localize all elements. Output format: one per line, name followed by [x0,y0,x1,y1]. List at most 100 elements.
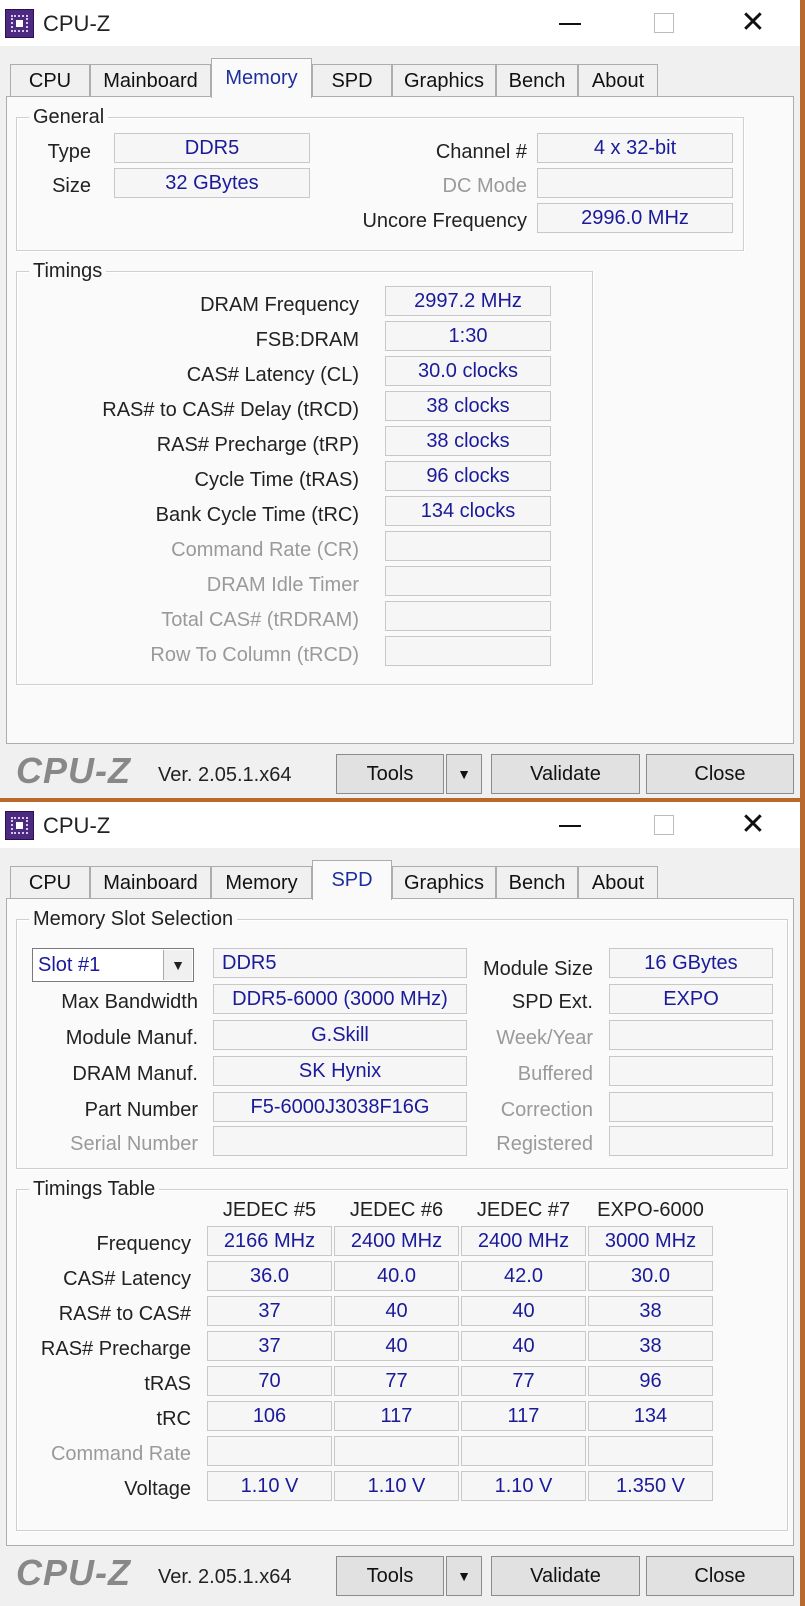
table-row-label: Voltage [124,1478,191,1500]
table-cell: 40 [461,1296,586,1326]
window-title: CPU-Z [43,813,111,838]
maximize-button[interactable] [638,806,688,846]
chevron-down-icon[interactable]: ▼ [163,950,192,980]
tab-spd[interactable]: SPD [312,64,392,96]
slot-select[interactable]: Slot #1 ▼ [32,948,194,982]
tab-graphics[interactable]: Graphics [392,64,496,96]
table-row-label: RAS# to CAS# [58,1303,191,1325]
table-row-label: tRAS [144,1373,191,1395]
table-cell: 37 [207,1331,332,1361]
validate-button[interactable]: Validate [491,1556,640,1596]
uncore-frequency-value: 2996.0 MHz [537,203,733,233]
max-bandwidth-value: DDR5-6000 (3000 MHz) [213,984,467,1014]
tab-memory[interactable]: Memory [211,866,312,898]
part-number-value: F5-6000J3038F16G [213,1092,467,1122]
tab-about[interactable]: About [578,64,658,96]
memory-panel: General Type DDR5 Size 32 GBytes Channel… [6,96,794,744]
title-bar[interactable]: CPU-Z ✕ [0,0,800,46]
timing-label: Bank Cycle Time (tRC) [155,504,359,526]
tab-mainboard[interactable]: Mainboard [90,866,211,898]
timing-label: DRAM Idle Timer [206,574,359,596]
cpuz-app-icon [5,9,34,38]
table-row-label: Command Rate [50,1443,191,1465]
close-button[interactable]: Close [646,1556,794,1596]
timing-label: Total CAS# (tRDRAM) [161,609,359,631]
table-cell: 38 [588,1331,713,1361]
timing-value: 30.0 clocks [385,356,551,386]
spd-panel: Memory Slot Selection Slot #1 ▼ DDR5 Max… [6,898,794,1546]
timing-value: 38 clocks [385,391,551,421]
dc-mode-label: DC Mode [442,175,527,197]
bottom-bar: CPU-Z Ver. 2.05.1.x64 Tools ▼ Validate C… [0,1552,800,1600]
table-cell: 36.0 [207,1261,332,1291]
timing-value [385,636,551,666]
tools-button[interactable]: Tools [336,1556,444,1596]
validate-button[interactable]: Validate [491,754,640,794]
table-cell: 106 [207,1401,332,1431]
table-cell: 1.10 V [461,1471,586,1501]
table-cell: 2400 MHz [461,1226,586,1256]
maximize-button[interactable] [638,4,688,44]
tools-dropdown-button[interactable]: ▼ [446,1556,482,1596]
tools-dropdown-button[interactable]: ▼ [446,754,482,794]
part-number-label: Part Number [84,1099,198,1121]
table-cell [588,1436,713,1466]
tab-cpu[interactable]: CPU [10,64,90,96]
column-header: JEDEC #5 [222,1199,317,1221]
tab-graphics[interactable]: Graphics [392,866,496,898]
tools-button[interactable]: Tools [336,754,444,794]
timing-value: 96 clocks [385,461,551,491]
table-cell: 40.0 [334,1261,459,1291]
module-size-label: Module Size [482,958,593,980]
type-label: Type [47,141,91,163]
tab-bench[interactable]: Bench [496,64,578,96]
minimize-button[interactable] [545,806,595,846]
table-row-label: Frequency [96,1233,192,1255]
timing-label: CAS# Latency (CL) [186,364,359,386]
close-button[interactable]: Close [646,754,794,794]
week-year-value [609,1020,773,1050]
tab-bench[interactable]: Bench [496,866,578,898]
column-header: JEDEC #7 [476,1199,571,1221]
slot-select-value: Slot #1 [38,954,101,976]
timings-legend: Timings [29,259,107,283]
table-cell: 1.350 V [588,1471,713,1501]
registered-value [609,1126,773,1156]
dc-mode-value [537,168,733,198]
table-row-label: RAS# Precharge [40,1338,191,1360]
table-cell: 117 [334,1401,459,1431]
close-window-button[interactable]: ✕ [728,4,778,44]
tab-spd[interactable]: SPD [312,860,392,900]
channel-label: Channel # [435,141,527,163]
tab-cpu[interactable]: CPU [10,866,90,898]
tab-about[interactable]: About [578,866,658,898]
spd-ext-label: SPD Ext. [511,991,593,1013]
timing-label: Cycle Time (tRAS) [194,469,359,491]
minimize-button[interactable] [545,4,595,44]
timing-label: RAS# Precharge (tRP) [156,434,359,456]
timings-table-group: Timings Table JEDEC #5 JEDEC #6 JEDEC #7… [16,1177,788,1531]
close-window-button[interactable]: ✕ [728,806,778,846]
table-cell: 2166 MHz [207,1226,332,1256]
cpuz-logo: CPU-Z [16,750,131,791]
table-cell: 38 [588,1296,713,1326]
table-cell: 40 [461,1331,586,1361]
serial-number-value [213,1126,467,1156]
title-bar[interactable]: CPU-Z ✕ [0,802,800,848]
table-cell: 2400 MHz [334,1226,459,1256]
buffered-value [609,1056,773,1086]
module-size-value: 16 GBytes [609,948,773,978]
table-cell: 77 [334,1366,459,1396]
table-cell: 42.0 [461,1261,586,1291]
week-year-label: Week/Year [496,1027,593,1049]
registered-label: Registered [496,1133,593,1155]
table-cell: 70 [207,1366,332,1396]
table-cell [207,1436,332,1466]
correction-label: Correction [500,1099,593,1121]
size-value: 32 GBytes [114,168,310,198]
tab-mainboard[interactable]: Mainboard [90,64,211,96]
tab-memory[interactable]: Memory [211,58,312,98]
max-bandwidth-label: Max Bandwidth [61,991,198,1013]
cpuz-app-icon [5,811,34,840]
module-manuf-value: G.Skill [213,1020,467,1050]
